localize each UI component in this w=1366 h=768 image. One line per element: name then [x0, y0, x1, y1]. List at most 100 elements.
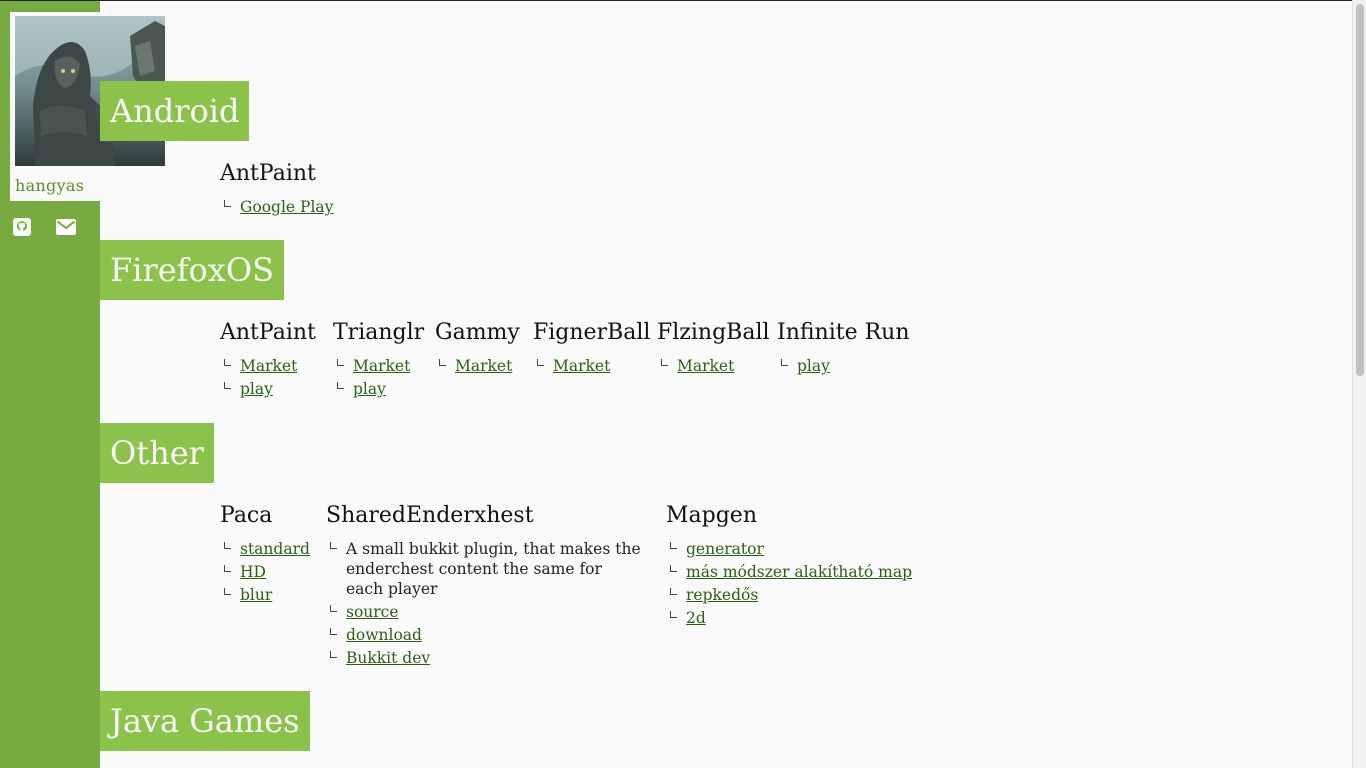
github-link[interactable] — [11, 216, 33, 238]
list-item: Bukkit dev — [326, 648, 641, 668]
project-links: Market — [657, 356, 770, 376]
play-link[interactable]: play — [240, 380, 273, 398]
project-title: FignerBall — [533, 320, 651, 345]
bullet-icon — [337, 359, 344, 366]
project-title: FlzingBall — [657, 320, 770, 345]
project-firefoxos-fignerball: FignerBall Market — [533, 320, 650, 379]
project-title: Infinite Run — [777, 320, 910, 345]
bullet-icon — [670, 611, 677, 618]
alternate-map-link[interactable]: más módszer alakítható map — [686, 563, 912, 581]
list-item: Market — [333, 356, 424, 376]
blur-link[interactable]: blur — [240, 586, 272, 604]
project-title: Mapgen — [666, 503, 757, 528]
project-firefoxos-infinite-run: Infinite Run play — [777, 320, 910, 379]
list-item: HD — [220, 562, 310, 582]
envelope-icon — [56, 219, 76, 235]
project-links: Market — [533, 356, 650, 376]
list-item: A small bukkit plugin, that makes the en… — [326, 539, 641, 599]
source-link[interactable]: source — [346, 603, 399, 621]
market-link[interactable]: Market — [677, 357, 734, 375]
list-item: Market — [533, 356, 650, 376]
project-title: Paca — [220, 503, 273, 528]
download-link[interactable]: download — [346, 626, 422, 644]
bullet-icon — [330, 651, 337, 658]
list-item: generator — [666, 539, 912, 559]
project-links: Market play — [220, 356, 316, 399]
bullet-icon — [661, 359, 668, 366]
market-link[interactable]: Market — [455, 357, 512, 375]
bullet-icon — [224, 359, 231, 366]
project-title: Gammy — [435, 320, 520, 345]
page-scrollbar[interactable] — [1352, 0, 1366, 768]
bullet-icon — [224, 588, 231, 595]
project-links: Market — [435, 356, 520, 376]
list-item: Market — [657, 356, 770, 376]
google-play-link[interactable]: Google Play — [240, 198, 333, 216]
bullet-icon — [224, 382, 231, 389]
bukkit-dev-link[interactable]: Bukkit dev — [346, 649, 430, 667]
list-item: Market — [435, 356, 520, 376]
generator-link[interactable]: generator — [686, 540, 764, 558]
project-links: A small bukkit plugin, that makes the en… — [326, 539, 641, 668]
section-title-android: Android — [100, 81, 250, 141]
repkedos-link[interactable]: repkedős — [686, 586, 758, 604]
project-links: play — [777, 356, 910, 376]
play-link[interactable]: play — [797, 357, 830, 375]
list-item: 2d — [666, 608, 912, 628]
username[interactable]: hangyas — [15, 176, 84, 195]
list-item: más módszer alakítható map — [666, 562, 912, 582]
project-firefoxos-trianglr: Trianglr Market play — [333, 320, 424, 402]
bullet-icon — [224, 565, 231, 572]
bullet-icon — [439, 359, 446, 366]
market-link[interactable]: Market — [240, 357, 297, 375]
section-title-java-games: Java Games — [100, 691, 310, 751]
list-item: play — [220, 379, 316, 399]
list-item: source — [326, 602, 641, 622]
bullet-icon — [670, 542, 677, 549]
mail-link[interactable] — [55, 216, 77, 238]
bullet-icon — [224, 200, 231, 207]
sidebar: hangyas — [0, 1, 170, 768]
project-links: Market play — [333, 356, 424, 399]
play-link[interactable]: play — [353, 380, 386, 398]
project-links: standard HD blur — [220, 539, 310, 605]
project-links: generator más módszer alakítható map rep… — [666, 539, 912, 628]
project-firefoxos-flzingball: FlzingBall Market — [657, 320, 770, 379]
project-links: Google Play — [220, 197, 333, 217]
market-link[interactable]: Market — [553, 357, 610, 375]
project-title: SharedEnderxhest — [326, 503, 534, 528]
list-item: repkedős — [666, 585, 912, 605]
section-title-firefoxos: FirefoxOS — [100, 240, 284, 300]
section-title-other: Other — [100, 423, 214, 483]
project-android-antpaint: AntPaint Google Play — [220, 161, 333, 220]
bullet-icon — [337, 382, 344, 389]
bullet-icon — [781, 359, 788, 366]
2d-link[interactable]: 2d — [686, 609, 706, 627]
bullet-icon — [670, 588, 677, 595]
project-firefoxos-antpaint: AntPaint Market play — [220, 320, 316, 402]
bullet-icon — [330, 605, 337, 612]
list-item: blur — [220, 585, 310, 605]
list-item: Google Play — [220, 197, 333, 217]
project-title: Trianglr — [333, 320, 425, 345]
hd-link[interactable]: HD — [240, 563, 266, 581]
project-title: AntPaint — [220, 161, 316, 186]
bullet-icon — [330, 628, 337, 635]
project-other-paca: Paca standard HD blur — [220, 503, 310, 608]
github-icon — [13, 218, 31, 236]
list-item: download — [326, 625, 641, 645]
project-firefoxos-gammy: Gammy Market — [435, 320, 520, 379]
project-title: AntPaint — [220, 320, 316, 345]
list-item: play — [333, 379, 424, 399]
list-item: standard — [220, 539, 310, 559]
list-item: Market — [220, 356, 316, 376]
scrollbar-thumb[interactable] — [1356, 4, 1364, 376]
standard-link[interactable]: standard — [240, 540, 310, 558]
market-link[interactable]: Market — [353, 357, 410, 375]
bullet-icon — [537, 359, 544, 366]
bullet-icon — [224, 542, 231, 549]
project-description: A small bukkit plugin, that makes the en… — [346, 540, 641, 598]
bullet-icon — [330, 542, 337, 549]
list-item: play — [777, 356, 910, 376]
project-other-sharedenderxhest: SharedEnderxhest A small bukkit plugin, … — [326, 503, 641, 671]
